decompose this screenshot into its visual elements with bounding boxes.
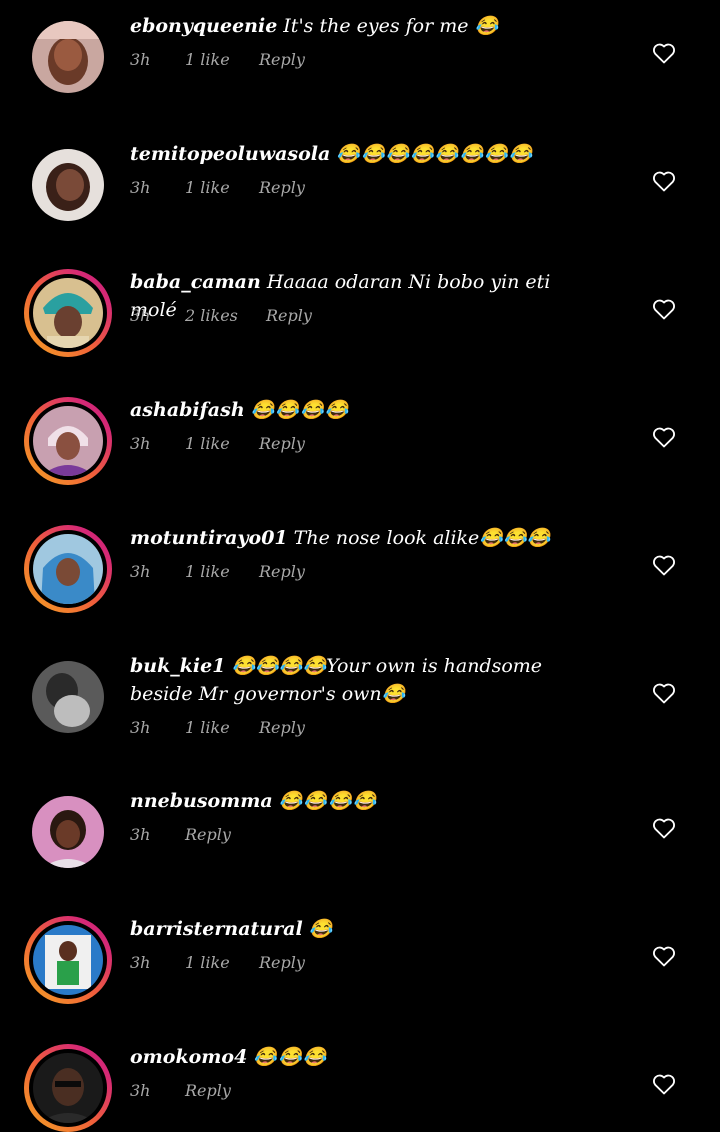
- comment-time: 3h: [130, 718, 151, 737]
- comment-username[interactable]: nnebusomma: [130, 790, 273, 812]
- comment-body: 😂😂😂😂😂😂😂😂: [336, 143, 534, 165]
- heart-outline-icon[interactable]: [652, 817, 676, 839]
- comment-text: buk_kie1 😂😂😂😂Your own is handsome beside …: [130, 652, 600, 708]
- comment-text: temitopeoluwasola 😂😂😂😂😂😂😂😂: [130, 140, 600, 168]
- reply-button[interactable]: Reply: [259, 952, 305, 974]
- comment-body: 😂: [308, 918, 333, 940]
- reply-button[interactable]: Reply: [259, 177, 305, 199]
- avatar-story-ring[interactable]: [24, 1044, 112, 1132]
- avatar-story-ring[interactable]: [24, 525, 112, 613]
- comment-body: 😂😂😂: [253, 1046, 328, 1068]
- comment-text: barristernatural 😂: [130, 915, 600, 943]
- reply-button[interactable]: Reply: [259, 717, 305, 739]
- comment-text: nnebusomma 😂😂😂😂: [130, 787, 600, 815]
- comment-username[interactable]: buk_kie1: [130, 655, 225, 677]
- comment-likes[interactable]: 1 like: [185, 561, 230, 583]
- avatar-story-ring[interactable]: [24, 397, 112, 485]
- comment-likes[interactable]: 1 like: [185, 717, 230, 739]
- heart-outline-icon[interactable]: [652, 1073, 676, 1095]
- comment-username[interactable]: barristernatural: [130, 918, 303, 940]
- comment-text: omokomo4 😂😂😂: [130, 1043, 600, 1071]
- comment-text: ebonyqueenie It's the eyes for me 😂: [130, 12, 600, 40]
- avatar[interactable]: [32, 661, 104, 733]
- reply-button[interactable]: Reply: [259, 433, 305, 455]
- reply-button[interactable]: Reply: [185, 1080, 231, 1102]
- comment-time: 3h: [130, 178, 151, 197]
- comment-username[interactable]: temitopeoluwasola: [130, 143, 330, 165]
- comment-body: The nose look alike😂😂😂: [293, 527, 551, 549]
- comment-username[interactable]: omokomo4: [130, 1046, 247, 1068]
- avatar[interactable]: [32, 149, 104, 221]
- avatar-story-ring[interactable]: [24, 269, 112, 357]
- avatar[interactable]: [32, 21, 104, 93]
- comment-body: It's the eyes for me 😂: [283, 15, 499, 37]
- heart-outline-icon[interactable]: [652, 554, 676, 576]
- comment-username[interactable]: ebonyqueenie: [130, 15, 277, 37]
- comment-likes[interactable]: 1 like: [185, 952, 230, 974]
- comment-time: 3h: [130, 953, 151, 972]
- comment-username[interactable]: baba_caman: [130, 271, 261, 293]
- comment-time: 3h: [130, 306, 151, 325]
- reply-button[interactable]: Reply: [259, 49, 305, 71]
- comment-time: 3h: [130, 825, 151, 844]
- comment-body: 😂😂😂😂: [250, 399, 350, 421]
- comment-likes[interactable]: 1 like: [185, 49, 230, 71]
- comment-likes[interactable]: 1 like: [185, 433, 230, 455]
- heart-outline-icon[interactable]: [652, 682, 676, 704]
- comment-time: 3h: [130, 434, 151, 453]
- reply-button[interactable]: Reply: [259, 561, 305, 583]
- comment-time: 3h: [130, 50, 151, 69]
- heart-outline-icon[interactable]: [652, 426, 676, 448]
- heart-outline-icon[interactable]: [652, 42, 676, 64]
- comment-username[interactable]: ashabifash: [130, 399, 245, 421]
- comment-time: 3h: [130, 1081, 151, 1100]
- heart-outline-icon[interactable]: [652, 298, 676, 320]
- comment-body: 😂😂😂😂: [278, 790, 378, 812]
- heart-outline-icon[interactable]: [652, 945, 676, 967]
- reply-button[interactable]: Reply: [266, 305, 312, 327]
- reply-button[interactable]: Reply: [185, 824, 231, 846]
- comment-text: motuntirayo01 The nose look alike😂😂😂: [130, 524, 600, 552]
- comment-likes[interactable]: 2 likes: [185, 305, 238, 327]
- comment-text: ashabifash 😂😂😂😂: [130, 396, 600, 424]
- comment-likes[interactable]: 1 like: [185, 177, 230, 199]
- comment-username[interactable]: motuntirayo01: [130, 527, 288, 549]
- heart-outline-icon[interactable]: [652, 170, 676, 192]
- avatar[interactable]: [32, 796, 104, 868]
- comment-time: 3h: [130, 562, 151, 581]
- avatar-story-ring[interactable]: [24, 916, 112, 1004]
